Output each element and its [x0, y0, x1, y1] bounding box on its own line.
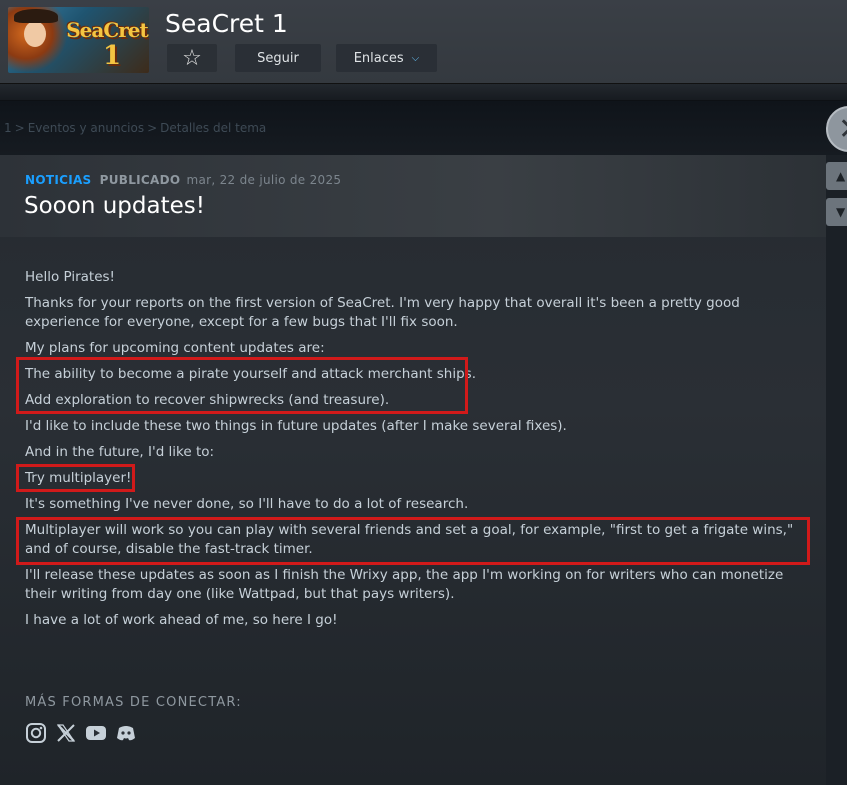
paragraph: My plans for upcoming content updates ar… — [25, 340, 325, 356]
capsule-logo-number: 1 — [102, 41, 122, 71]
chevron-down-icon: ▼ — [836, 205, 846, 219]
discord-icon[interactable] — [115, 722, 137, 744]
paragraph: The ability to become a pirate yourself … — [25, 366, 476, 382]
post-date: mar, 22 de julio de 2025 — [186, 173, 342, 187]
youtube-icon[interactable] — [85, 722, 107, 744]
post-title: Sooon updates! — [24, 193, 205, 219]
capsule-logo-text: SeaCret — [66, 18, 149, 42]
follow-button[interactable]: Seguir — [235, 44, 321, 72]
favorite-button[interactable]: ☆ — [167, 44, 217, 72]
connect-heading: MÁS FORMAS DE CONECTAR: — [25, 695, 242, 710]
social-links — [25, 722, 137, 744]
game-title[interactable]: SeaCret 1 — [165, 9, 288, 38]
paragraph: Hello Pirates! — [25, 269, 115, 285]
paragraph: Multiplayer will work so you can play wi… — [25, 522, 794, 557]
post-body: Hello Pirates! Thanks for your reports o… — [25, 268, 815, 637]
breadcrumb-item-game[interactable]: 1 — [4, 121, 12, 135]
breadcrumb-item-events[interactable]: Eventos y anuncios — [28, 121, 144, 135]
next-post-button[interactable]: ▼ — [826, 198, 847, 226]
post-tag: NOTICIAS — [25, 173, 92, 187]
links-dropdown-button[interactable]: Enlaces ⌵ — [336, 44, 437, 72]
app-header: SeaCret 1 SeaCret 1 ☆ Seguir Enlaces ⌵ — [0, 0, 847, 83]
post-meta: NOTICIAS PUBLICADO mar, 22 de julio de 2… — [25, 173, 341, 187]
links-label: Enlaces — [353, 50, 404, 66]
paragraph: Thanks for your reports on the first ver… — [25, 295, 740, 330]
paragraph: Add exploration to recover shipwrecks (a… — [25, 392, 390, 408]
close-icon: ✕ — [838, 112, 847, 147]
chevron-up-icon: ▲ — [836, 169, 846, 183]
paragraph: It's something I've never done, so I'll … — [25, 496, 469, 512]
breadcrumb: 1 > Eventos y anuncios > Detalles del tema — [4, 121, 266, 135]
header-divider — [0, 83, 847, 102]
paragraph: I'd like to include these two things in … — [25, 418, 567, 434]
breadcrumb-separator: > — [14, 121, 25, 135]
star-outline-icon: ☆ — [182, 45, 202, 71]
paragraph: Try multiplayer! — [25, 470, 132, 486]
chevron-down-icon: ⌵ — [411, 52, 420, 64]
paragraph: And in the future, I'd like to: — [25, 444, 215, 460]
prev-post-button[interactable]: ▲ — [826, 162, 847, 190]
instagram-icon[interactable] — [25, 722, 47, 744]
breadcrumb-item-topic: Detalles del tema — [160, 121, 267, 135]
x-icon[interactable] — [55, 722, 77, 744]
capsule-art-hat — [14, 9, 58, 23]
capsule-art-face — [24, 21, 46, 47]
paragraph: I have a lot of work ahead of me, so her… — [25, 612, 338, 628]
post-header: NOTICIAS PUBLICADO mar, 22 de julio de 2… — [0, 155, 826, 237]
published-label: PUBLICADO — [99, 173, 181, 187]
game-capsule-image[interactable]: SeaCret 1 — [8, 7, 149, 73]
paragraph: I'll release these updates as soon as I … — [25, 567, 784, 602]
announcement-post: NOTICIAS PUBLICADO mar, 22 de julio de 2… — [0, 155, 826, 785]
breadcrumb-separator: > — [147, 121, 158, 135]
